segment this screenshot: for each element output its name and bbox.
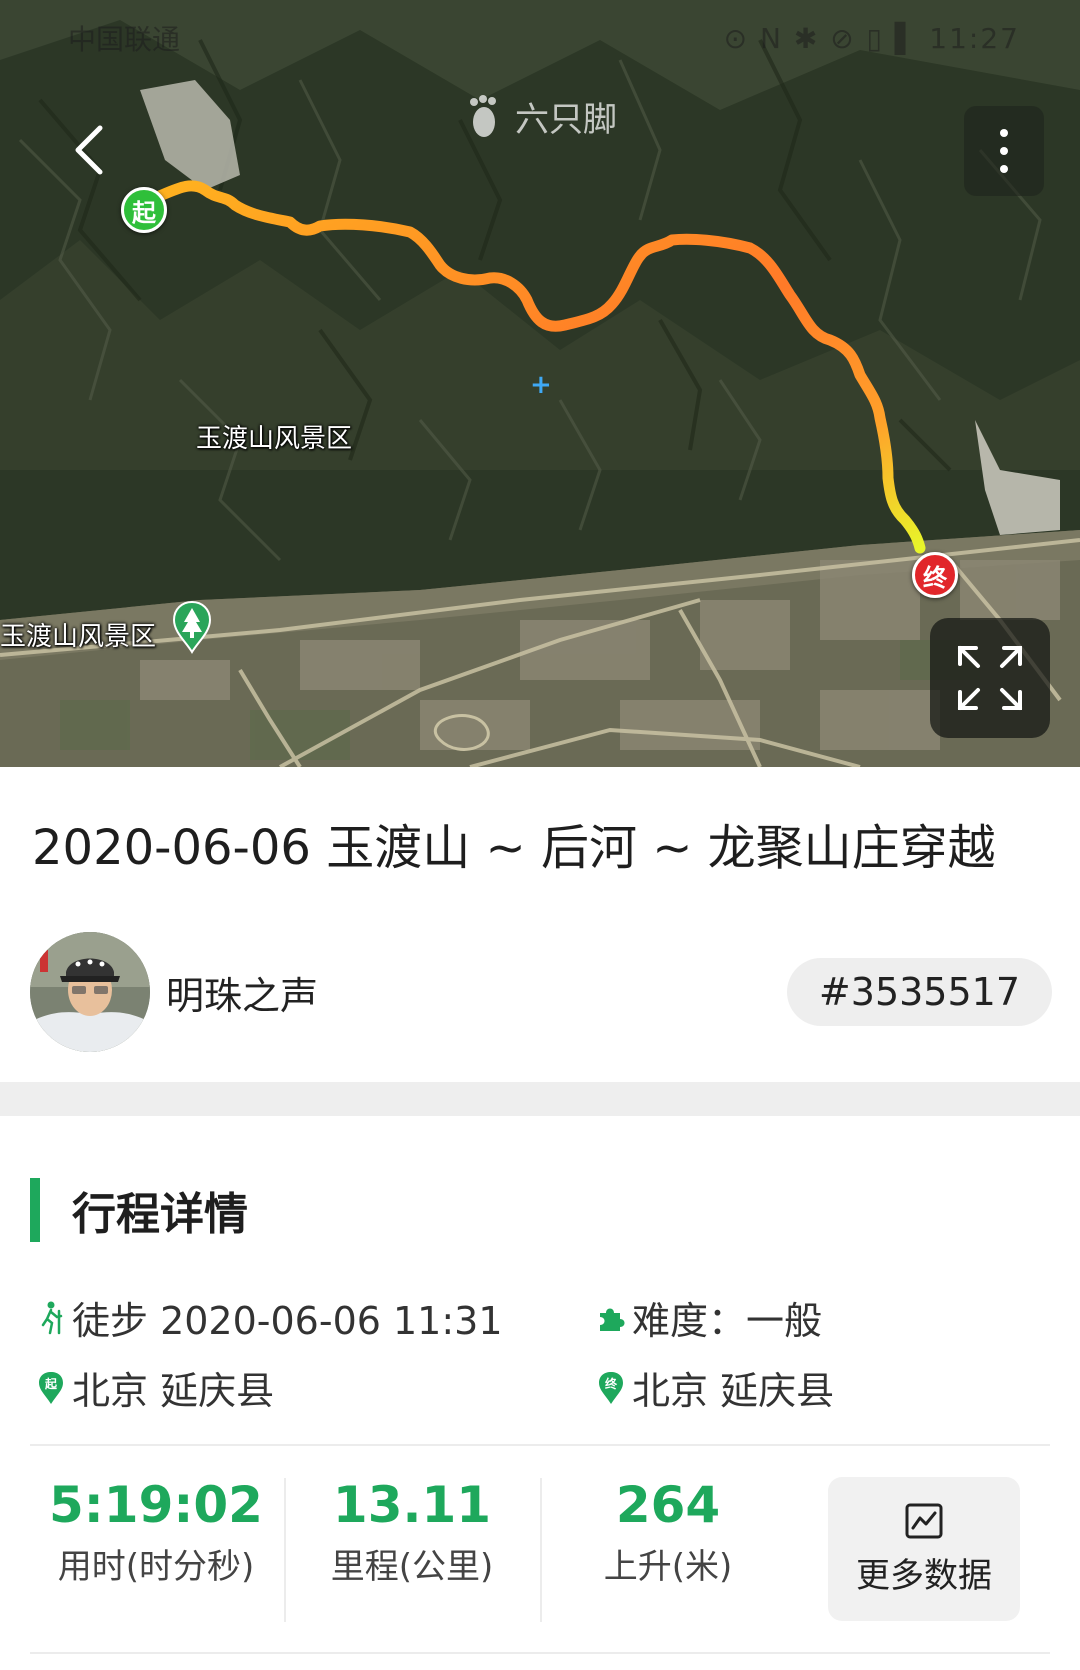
puzzle-icon	[596, 1301, 626, 1335]
duration-value: 5:19:02	[49, 1476, 263, 1534]
distance-value: 13.11	[332, 1476, 492, 1534]
status-bar: 中国联通 ⊙ N ✱ ⊘ ▯ ▌ 11:27	[0, 18, 1080, 58]
footprint-logo-icon	[470, 94, 496, 137]
stat-divider	[284, 1478, 286, 1622]
more-data-label: 更多数据	[856, 1555, 992, 1596]
divider-line	[30, 1652, 1050, 1654]
start-pin-icon: 起	[36, 1371, 66, 1405]
status-icons: ⊙ N ✱ ⊘ ▯ ▌ 11:27	[723, 21, 1020, 55]
track-map[interactable]: 中国联通 ⊙ N ✱ ⊘ ▯ ▌ 11:27 六只脚 起 终 玉渡山风景区 玉渡…	[0, 0, 1080, 767]
avatar-photo	[30, 932, 150, 1052]
duration-stat: 5:19:02 用时(时分秒)	[36, 1478, 276, 1588]
ascent-stat: 264 上升(米)	[548, 1478, 788, 1588]
start-marker[interactable]: 起	[121, 187, 167, 233]
activity-info: 徒步 2020-06-06 11:31	[36, 1290, 503, 1345]
scenic-area-label: 玉渡山风景区	[196, 424, 353, 454]
back-button[interactable]	[50, 108, 130, 192]
scenic-poi-pin-icon[interactable]	[172, 600, 212, 654]
dot-icon	[1000, 129, 1008, 137]
brand-name: 六只脚	[515, 100, 617, 140]
expand-icon	[958, 646, 1022, 710]
section-title: 行程详情	[72, 1189, 248, 1240]
section-accent-bar	[30, 1178, 40, 1242]
end-place-text: 北京 延庆县	[632, 1369, 835, 1413]
distance-label: 里程(公里)	[330, 1547, 494, 1587]
section-header: 行程详情	[30, 1178, 248, 1242]
avatar[interactable]	[30, 932, 150, 1052]
author-row: 明珠之声 #3535517	[30, 932, 1052, 1052]
start-place-info: 起 北京 延庆县	[36, 1360, 274, 1415]
author-name[interactable]: 明珠之声	[166, 965, 318, 1020]
activity-text: 徒步 2020-06-06 11:31	[72, 1299, 503, 1343]
svg-text:起: 起	[44, 1376, 58, 1391]
fullscreen-button[interactable]	[930, 618, 1050, 738]
end-pin-icon: 终	[596, 1371, 626, 1405]
divider-line	[30, 1444, 1050, 1446]
track-id-badge: #3535517	[786, 958, 1052, 1026]
scenic-area-poi-label[interactable]: 玉渡山风景区	[0, 616, 156, 653]
difficulty-text: 难度：一般	[632, 1299, 823, 1343]
dot-icon	[1000, 165, 1008, 173]
section-divider	[0, 1082, 1080, 1116]
end-marker[interactable]: 终	[912, 552, 958, 598]
hiking-icon	[36, 1301, 66, 1335]
stat-divider	[540, 1478, 542, 1622]
carrier-label: 中国联通	[68, 23, 181, 56]
distance-stat: 13.11 里程(公里)	[292, 1478, 532, 1588]
more-options-button[interactable]	[964, 106, 1044, 196]
start-place-text: 北京 延庆县	[72, 1369, 275, 1413]
difficulty-info: 难度：一般	[596, 1290, 822, 1345]
duration-label: 用时(时分秒)	[57, 1547, 255, 1587]
ascent-value: 264	[615, 1476, 721, 1534]
track-title: 2020-06-06 玉渡山 ~ 后河 ~ 龙聚山庄穿越	[32, 820, 996, 876]
svg-text:终: 终	[605, 1376, 618, 1391]
more-data-button[interactable]: 更多数据	[828, 1477, 1020, 1621]
location-crosshair-icon: +	[530, 370, 552, 400]
dot-icon	[1000, 147, 1008, 155]
line-chart-icon	[905, 1503, 943, 1538]
brand-watermark: 六只脚	[0, 92, 1080, 141]
end-place-info: 终 北京 延庆县	[596, 1360, 834, 1415]
ascent-label: 上升(米)	[603, 1547, 733, 1587]
chevron-left-icon	[75, 125, 103, 175]
